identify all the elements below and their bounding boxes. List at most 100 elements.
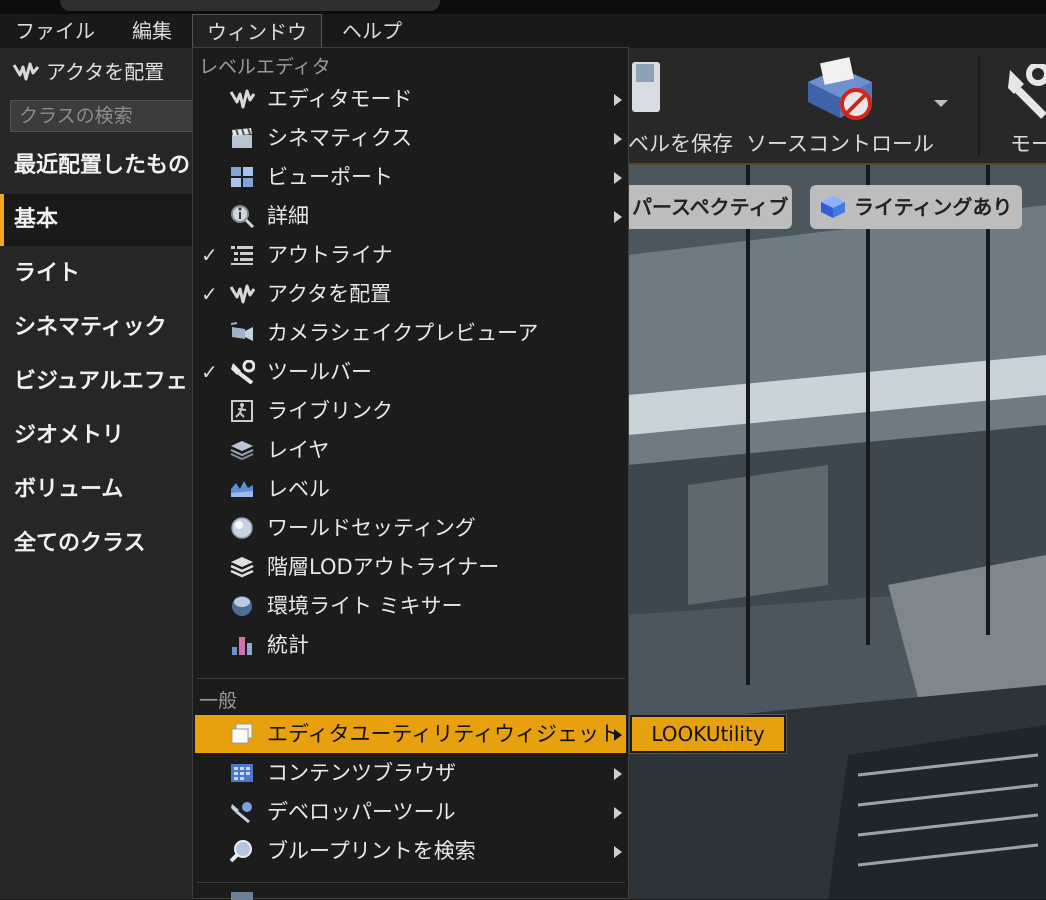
submenu-arrow-icon <box>614 133 622 145</box>
developer-tools-icon <box>231 802 252 824</box>
menu-item-label: ライブリンク <box>267 399 393 423</box>
lighting-mode-button[interactable]: ライティングあり <box>810 185 1022 229</box>
category-visual-effects[interactable]: ビジュアルエフェ <box>0 356 195 408</box>
menu-item-developer-tools[interactable]: デベロッパーツール <box>195 793 626 831</box>
menu-separator <box>197 678 625 679</box>
menu-item-label: シネマティクス <box>267 126 413 150</box>
menu-item-content-browser[interactable]: コンテンツブラウザ <box>195 754 626 792</box>
clapper-icon <box>232 127 252 148</box>
menu-bar: ファイル 編集 ウィンドウ ヘルプ <box>0 14 1046 49</box>
menu-item-label: ブループリントを検索 <box>267 839 476 863</box>
menu-item-outliner[interactable]: ✓ アウトライナ <box>195 236 626 274</box>
title-strip <box>0 0 1046 14</box>
class-search-input[interactable]: クラスの検索 <box>10 100 195 132</box>
source-control-icon[interactable] <box>802 54 878 124</box>
menu-item-label: 階層LODアウトライナー <box>267 555 500 579</box>
world-settings-icon <box>231 517 253 539</box>
category-all-classes[interactable]: 全てのクラス <box>0 518 195 570</box>
viewport-scene <box>628 165 1046 899</box>
env-light-icon <box>232 596 252 616</box>
levels-icon <box>231 481 253 497</box>
modes-wrench-icon[interactable] <box>1004 64 1046 120</box>
submenu-arrow-icon <box>614 729 622 741</box>
menu-window[interactable]: ウィンドウ <box>192 14 322 48</box>
submenu-arrow-icon <box>614 211 622 223</box>
main-toolbar: ベルを保存 ソースコントロール モー <box>628 48 1046 165</box>
category-recent[interactable]: 最近配置したもの <box>0 140 195 192</box>
content-browser-icon <box>231 764 253 782</box>
save-icon[interactable] <box>632 60 662 116</box>
menu-help[interactable]: ヘルプ <box>330 14 414 48</box>
category-basic[interactable]: 基本 <box>0 194 195 246</box>
menu-item-hlod-outliner[interactable]: 階層LODアウトライナー <box>195 548 626 586</box>
utility-widget-icon <box>231 723 253 744</box>
section-general: 一般 <box>199 690 238 712</box>
menu-item-label: 統計 <box>267 633 309 657</box>
category-cinematic[interactable]: シネマティック <box>0 302 195 354</box>
menu-item-find-in-blueprints[interactable]: ブループリントを検索 <box>195 832 626 870</box>
menu-item-label: 環境ライト ミキサー <box>267 594 463 618</box>
menu-item-label: レベル <box>267 477 330 501</box>
source-control-button[interactable]: ソースコントロール <box>746 128 934 158</box>
place-actors-icon <box>12 62 40 81</box>
camera-shake-icon <box>230 322 253 341</box>
menu-item-label: エディタモード <box>267 87 413 111</box>
menu-item-viewports[interactable]: ビューポート <box>195 158 626 196</box>
panel-title[interactable]: アクタを配置 <box>12 56 164 85</box>
menu-item-place-actors[interactable]: ✓ アクタを配置 <box>195 275 626 313</box>
category-geometry[interactable]: ジオメトリ <box>0 410 195 462</box>
perspective-button[interactable]: パースペクティブ <box>628 185 792 229</box>
submenu-arrow-icon <box>614 846 622 858</box>
menu-item-statistics[interactable]: 統計 <box>195 626 626 664</box>
menu-item-label: カメラシェイクプレビューア <box>267 321 539 345</box>
menu-separator <box>197 882 625 883</box>
place-actors-icon <box>229 284 255 304</box>
menu-item-details[interactable]: 詳細 <box>195 197 626 235</box>
details-icon <box>231 205 255 228</box>
submenu-arrow-icon <box>614 768 622 780</box>
toolbar-wrench-icon <box>231 360 255 384</box>
submenu-arrow-icon <box>614 94 622 106</box>
menu-item-label: エディタユーティリティウィジェット <box>267 722 621 746</box>
submenu-item-lookutility[interactable]: LOOKUtility <box>632 717 784 751</box>
menu-item-live-link[interactable]: ライブリンク <box>195 392 626 430</box>
menu-item-label: 詳細 <box>267 204 309 228</box>
menu-file[interactable]: ファイル <box>8 14 102 48</box>
menu-item-editor-utility-widget[interactable]: エディタユーティリティウィジェット <box>195 715 626 753</box>
menu-item-cinematics[interactable]: シネマティクス <box>195 119 626 157</box>
menu-item-layers[interactable]: レイヤ <box>195 431 626 469</box>
menu-item-levels[interactable]: レベル <box>195 470 626 508</box>
lighting-cube-icon <box>821 196 845 218</box>
menu-item-label: ビューポート <box>267 165 393 189</box>
lighting-mode-label: ライティングあり <box>854 195 1013 219</box>
menu-item-cut-off[interactable] <box>195 888 626 900</box>
source-control-dropdown-icon[interactable] <box>934 100 948 107</box>
hlod-icon <box>230 557 254 578</box>
outliner-icon <box>231 246 253 265</box>
utility-widget-submenu: LOOKUtility <box>629 714 787 754</box>
menu-item-world-settings[interactable]: ワールドセッティング <box>195 509 626 547</box>
category-lights[interactable]: ライト <box>0 248 195 300</box>
place-actors-panel: アクタを配置 クラスの検索 最近配置したもの 基本 ライト シネマティック ビジ… <box>0 48 195 899</box>
menu-item-env-light-mixer[interactable]: 環境ライト ミキサー <box>195 587 626 625</box>
menu-item-label: デベロッパーツール <box>267 800 456 824</box>
level-viewport[interactable]: パースペクティブ ライティングあり <box>628 165 1046 899</box>
layers-icon <box>230 441 254 461</box>
menu-item-editor-modes[interactable]: エディタモード <box>195 80 626 118</box>
menu-item-label: レイヤ <box>267 438 330 462</box>
modes-icon <box>229 89 255 109</box>
modes-button[interactable]: モー <box>1010 128 1046 158</box>
livelink-icon <box>231 400 253 422</box>
submenu-arrow-icon <box>614 172 622 184</box>
save-level-button[interactable]: ベルを保存 <box>628 128 733 158</box>
submenu-arrow-icon <box>614 807 622 819</box>
menu-item-camera-shake-previewer[interactable]: カメラシェイクプレビューア <box>195 314 626 352</box>
stats-icon <box>232 637 252 655</box>
menu-item-toolbar[interactable]: ✓ ツールバー <box>195 353 626 391</box>
menu-edit[interactable]: 編集 <box>118 14 186 48</box>
section-level-editor: レベルエディタ <box>199 56 331 78</box>
category-volumes[interactable]: ボリューム <box>0 464 195 516</box>
check-icon: ✓ <box>201 243 218 267</box>
level-tab[interactable] <box>60 0 440 11</box>
menu-item-label: ツールバー <box>267 360 372 384</box>
